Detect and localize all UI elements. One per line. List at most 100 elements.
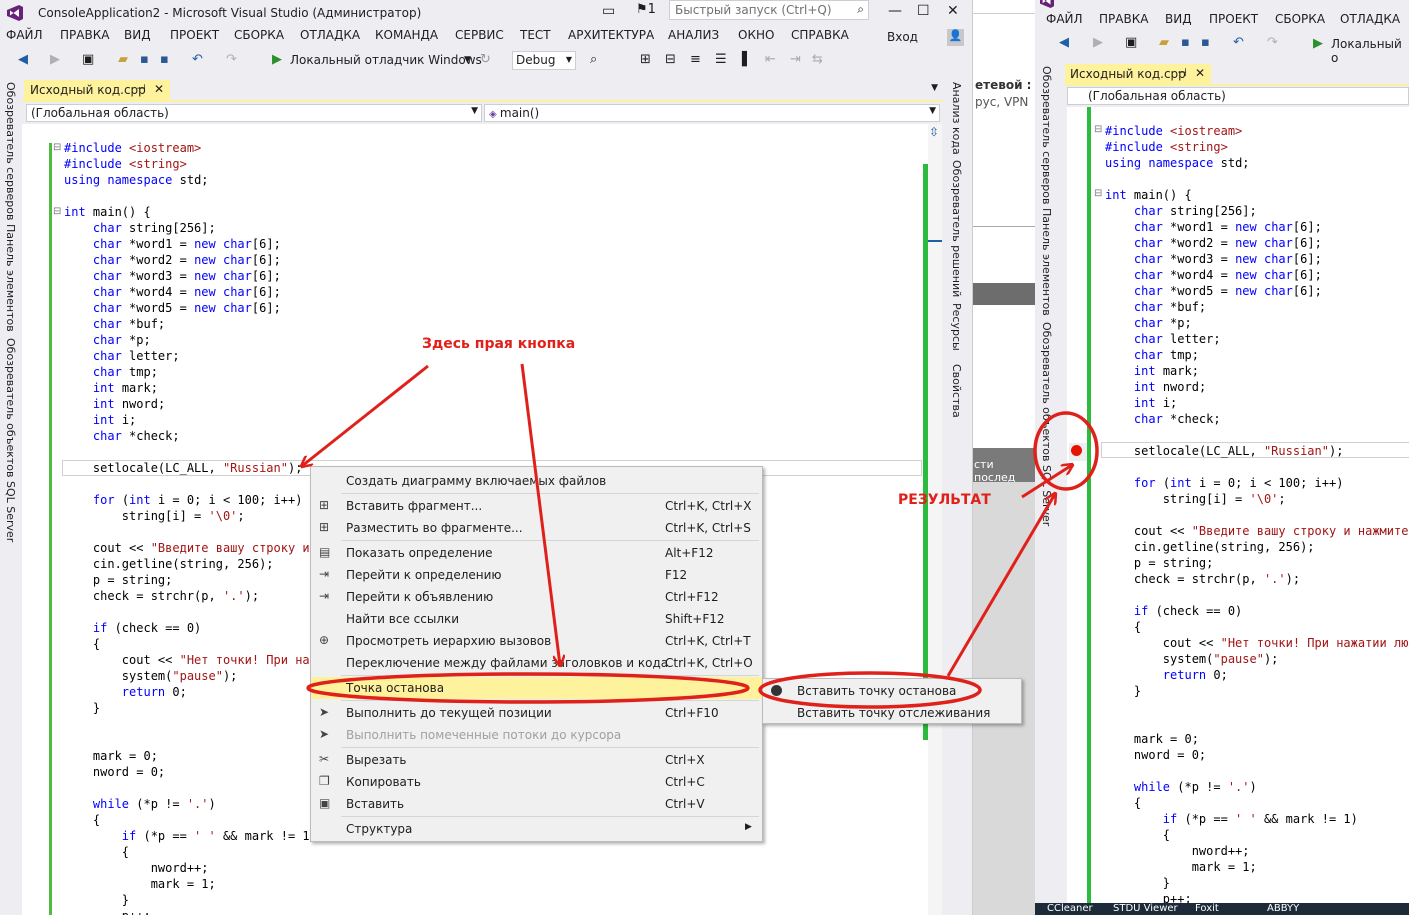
code-line[interactable]: int mark; (1105, 363, 1408, 379)
code-line[interactable]: system("pause"); (1105, 651, 1408, 667)
code-line[interactable]: { (64, 844, 317, 860)
code-line[interactable]: { (64, 812, 317, 828)
toolbox-tab[interactable]: Панель элементов (1040, 208, 1053, 316)
menu-architecture[interactable]: АРХИТЕКТУРА (568, 28, 654, 42)
code-line[interactable] (1105, 763, 1408, 779)
code-line[interactable]: } (1105, 683, 1408, 699)
scope-select[interactable]: (Глобальная область) ▼ (26, 104, 482, 122)
server-explorer-tab[interactable]: Обозреватель серверов (1040, 66, 1053, 204)
menu-build[interactable]: СБОРКА (234, 28, 284, 42)
context-menu-item[interactable]: ▤ Показать определение Alt+F12 (311, 542, 762, 564)
code-line[interactable]: char *word3 = new char[6]; (1105, 251, 1408, 267)
menu-test[interactable]: ТЕСТ (520, 28, 551, 42)
code-text[interactable]: #include <iostream> #include <string> usin… (1105, 123, 1408, 907)
tab-source-cpp[interactable]: Исходный код.cpp ⊣ ✕ (1065, 64, 1211, 85)
sql-object-explorer-tab[interactable]: Обозреватель объектов SQL Server (1040, 322, 1053, 526)
back-icon[interactable]: ◀ (1059, 35, 1069, 50)
save-all-icon[interactable]: ▪ (1201, 35, 1210, 50)
menu-team[interactable]: КОМАНДА (375, 28, 438, 42)
code-line[interactable]: for (int i = 0; i < 100; i++) (1105, 475, 1408, 491)
code-line[interactable]: char *p; (64, 332, 317, 348)
taskbar-item[interactable]: CCleaner (1047, 903, 1093, 914)
new-project-icon[interactable]: ▣ (1125, 35, 1137, 50)
code-line[interactable]: nword++; (1105, 843, 1408, 859)
code-line[interactable]: #include <string> (1105, 139, 1408, 155)
code-line[interactable] (64, 780, 317, 796)
menu-debug[interactable]: ОТЛАДКА (300, 28, 360, 42)
taskbar-item[interactable]: STDU Viewer (1113, 903, 1178, 914)
code-line[interactable]: { (64, 636, 317, 652)
code-line[interactable]: char *word4 = new char[6]; (64, 284, 317, 300)
code-line[interactable]: using namespace std; (1105, 155, 1408, 171)
code-line[interactable]: while (*p != '.') (1105, 779, 1408, 795)
solution-explorer-tab[interactable]: Обозреватель решений (950, 160, 963, 297)
forward-icon[interactable]: ▶ (1093, 35, 1103, 50)
menu-tools[interactable]: СЕРВИС (455, 28, 504, 42)
vertical-scrollbar[interactable]: ⇳ (928, 124, 942, 915)
split-icon[interactable]: ⇳ (929, 125, 939, 139)
run-target-label[interactable]: Локальный отладчик Windows (290, 53, 482, 67)
code-line[interactable]: string[i] = '\0'; (64, 508, 317, 524)
code-line[interactable] (64, 716, 317, 732)
collapse-icon[interactable]: ⊟ (53, 142, 61, 153)
code-line[interactable]: nword = 0; (64, 764, 317, 780)
context-menu-item[interactable]: Создать диаграмму включаемых файлов (311, 470, 762, 492)
code-line[interactable] (64, 524, 317, 540)
code-line[interactable] (64, 476, 317, 492)
code-line[interactable]: { (1105, 619, 1408, 635)
code-line[interactable] (1105, 587, 1408, 603)
code-line[interactable]: int mark; (64, 380, 317, 396)
toolbar-icon-1[interactable]: ⊞ (640, 52, 651, 67)
code-line[interactable]: char tmp; (1105, 347, 1408, 363)
code-line[interactable]: { (1105, 827, 1408, 843)
context-menu-item[interactable]: ✂ Вырезать Ctrl+X (311, 749, 762, 771)
code-line[interactable]: char *word2 = new char[6]; (64, 252, 317, 268)
start-debug-icon[interactable]: ▶ (272, 52, 282, 67)
code-line[interactable]: return 0; (1105, 667, 1408, 683)
menu-help[interactable]: СПРАВКА (791, 28, 849, 42)
code-line[interactable]: check = strchr(p, '.'); (64, 588, 317, 604)
code-line[interactable]: p = string; (64, 572, 317, 588)
redo-icon[interactable]: ↷ (226, 52, 237, 67)
toolbar-icon-4[interactable]: ☰ (715, 52, 727, 67)
open-file-icon[interactable]: ▰ (1159, 35, 1169, 50)
menu-file[interactable]: ФАЙЛ (6, 28, 43, 42)
code-line[interactable] (1105, 459, 1408, 475)
code-line[interactable]: char *p; (1105, 315, 1408, 331)
menu-view[interactable]: ВИД (1165, 12, 1192, 26)
collapse-icon[interactable]: ⊟ (53, 206, 61, 217)
code-line[interactable]: char tmp; (64, 364, 317, 380)
code-line[interactable]: for (int i = 0; i < 100; i++) (64, 492, 317, 508)
toolbar-icon-2[interactable]: ⊟ (665, 52, 676, 67)
open-file-icon[interactable]: ▰ (118, 52, 128, 67)
close-icon[interactable]: ✕ (154, 82, 164, 96)
code-line[interactable]: int main() { (64, 204, 317, 220)
code-line[interactable]: using namespace std; (64, 172, 317, 188)
code-line[interactable]: } (64, 892, 317, 908)
menu-project[interactable]: ПРОЕКТ (170, 28, 219, 42)
code-line[interactable]: setlocale(LC_ALL, "Russian"); (64, 460, 317, 476)
code-line[interactable] (64, 188, 317, 204)
code-line[interactable] (64, 732, 317, 748)
code-text[interactable]: #include <iostream> #include <string> usin… (64, 140, 317, 915)
member-select[interactable]: ◈ main() ▼ (484, 104, 940, 122)
code-line[interactable]: char *word1 = new char[6]; (1105, 219, 1408, 235)
code-line[interactable]: check = strchr(p, '.'); (1105, 571, 1408, 587)
menu-edit[interactable]: ПРАВКА (1099, 12, 1148, 26)
toolbox-tab[interactable]: Панель элементов (4, 224, 17, 332)
sql-object-explorer-tab[interactable]: Обозреватель объектов SQL Server (4, 338, 17, 542)
configuration-select[interactable]: Debug ▼ (512, 51, 576, 70)
code-line[interactable]: system("pause"); (64, 668, 317, 684)
code-line[interactable]: char letter; (64, 348, 317, 364)
toolbar-icon-3[interactable]: ≡ (690, 52, 701, 67)
bookmark-prev-icon[interactable]: ⇤ (765, 52, 776, 67)
new-project-icon[interactable]: ▣ (82, 52, 94, 67)
menu-view[interactable]: ВИД (124, 28, 151, 42)
find-icon[interactable]: ⌕ (590, 52, 597, 67)
code-line[interactable]: char *check; (1105, 411, 1408, 427)
code-line[interactable]: p = string; (1105, 555, 1408, 571)
back-icon[interactable]: ◀ (18, 52, 28, 67)
code-line[interactable]: char *word5 = new char[6]; (1105, 283, 1408, 299)
code-line[interactable]: return 0; (64, 684, 317, 700)
chevron-down-icon[interactable]: ▼ (464, 55, 471, 65)
